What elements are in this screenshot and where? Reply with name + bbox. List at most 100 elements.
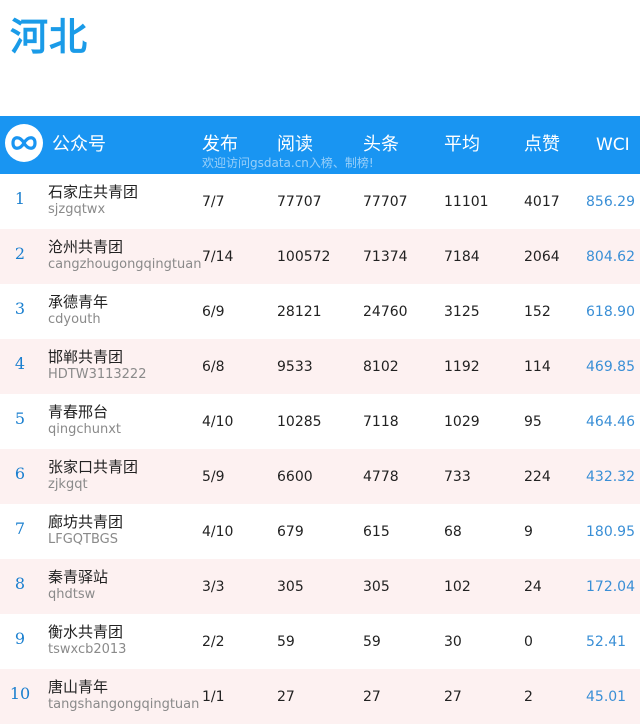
account-name: 石家庄共青团 <box>48 183 139 201</box>
cell-headline: 4778 <box>363 469 399 485</box>
cell-average: 68 <box>444 524 462 540</box>
cell-likes: 2 <box>524 689 533 705</box>
rank-number: 9 <box>14 629 26 648</box>
account-id: cdyouth <box>48 312 101 327</box>
account-id: LFGQTBGS <box>48 532 118 547</box>
account-name: 承德青年 <box>48 293 109 311</box>
cell-wci: 618.90 <box>586 304 635 320</box>
account-id: qhdtsw <box>48 587 96 602</box>
rank-number: 7 <box>14 519 26 538</box>
rank-number: 5 <box>14 409 26 428</box>
cell-likes: 95 <box>524 414 542 430</box>
cell-read: 305 <box>277 579 304 595</box>
cell-likes: 224 <box>524 469 551 485</box>
table-row: 7 廊坊共青团 LFGQTBGS 4/10 679 615 68 9 180.95 <box>0 504 640 559</box>
account-name: 秦青驿站 <box>48 568 109 586</box>
table-row: 9 衡水共青团 tswxcb2013 2/2 59 59 30 0 52.41 <box>0 614 640 669</box>
cell-likes: 0 <box>524 634 533 650</box>
cell-publish: 1/1 <box>202 689 225 705</box>
cell-read: 679 <box>277 524 304 540</box>
cell-average: 30 <box>444 634 462 650</box>
cell-read: 100572 <box>277 249 331 265</box>
cell-wci: 172.04 <box>586 579 635 595</box>
account-id: cangzhougongqingtuan <box>48 257 202 272</box>
cell-read: 10285 <box>277 414 322 430</box>
cell-publish: 2/2 <box>202 634 225 650</box>
header-likes: 点赞 <box>524 134 560 155</box>
table-row: 3 承德青年 cdyouth 6/9 28121 24760 3125 152 618.90 <box>0 284 640 339</box>
cell-likes: 24 <box>524 579 542 595</box>
cell-publish: 4/10 <box>202 524 234 540</box>
cell-publish: 7/14 <box>202 249 234 265</box>
cell-average: 1192 <box>444 359 480 375</box>
cell-publish: 3/3 <box>202 579 225 595</box>
ranking-table-body: 1 石家庄共青团 sjzgqtwx 7/7 77707 77707 11101 4017 856… <box>0 174 640 724</box>
cell-publish: 7/7 <box>202 194 225 210</box>
infinity-logo-icon <box>5 124 43 162</box>
account-name: 廊坊共青团 <box>48 513 124 531</box>
cell-wci: 52.41 <box>586 634 627 650</box>
cell-read: 28121 <box>277 304 322 320</box>
watermark-text: 欢迎访问gsdata.cn入榜、制榜! <box>202 156 374 170</box>
cell-headline: 7118 <box>363 414 399 430</box>
account-name: 青春邢台 <box>48 403 109 421</box>
cell-wci: 464.46 <box>586 414 635 430</box>
cell-headline: 71374 <box>363 249 408 265</box>
account-id: zjkgqt <box>48 477 88 492</box>
cell-read: 9533 <box>277 359 313 375</box>
cell-average: 11101 <box>444 194 489 210</box>
cell-headline: 59 <box>363 634 381 650</box>
account-id: qingchunxt <box>48 422 122 437</box>
account-name: 唐山青年 <box>48 678 109 696</box>
account-name: 衡水共青团 <box>48 623 124 641</box>
cell-likes: 9 <box>524 524 533 540</box>
table-row: 8 秦青驿站 qhdtsw 3/3 305 305 102 24 172.04 <box>0 559 640 614</box>
cell-likes: 4017 <box>524 194 560 210</box>
account-name: 沧州共青团 <box>48 238 124 256</box>
header-average: 平均 <box>444 134 480 155</box>
cell-headline: 8102 <box>363 359 399 375</box>
table-header: 公众号 发布 阅读 头条 平均 点赞 WCI 欢迎访问gsdata.cn入榜、制… <box>0 116 640 174</box>
cell-wci: 45.01 <box>586 689 627 705</box>
cell-average: 102 <box>444 579 471 595</box>
cell-headline: 305 <box>363 579 390 595</box>
account-id: tangshangongqingtuan <box>48 697 200 712</box>
table-row: 5 青春邢台 qingchunxt 4/10 10285 7118 1029 95 464.46 <box>0 394 640 449</box>
cell-read: 6600 <box>277 469 313 485</box>
cell-wci: 432.32 <box>586 469 635 485</box>
cell-read: 27 <box>277 689 295 705</box>
cell-average: 733 <box>444 469 471 485</box>
account-name: 邯郸共青团 <box>48 348 124 366</box>
cell-wci: 180.95 <box>586 524 635 540</box>
cell-average: 27 <box>444 689 462 705</box>
rank-number: 6 <box>14 464 26 483</box>
cell-average: 3125 <box>444 304 480 320</box>
cell-headline: 24760 <box>363 304 408 320</box>
rank-number: 1 <box>14 189 26 208</box>
rank-number: 2 <box>14 244 26 263</box>
cell-likes: 152 <box>524 304 551 320</box>
cell-read: 59 <box>277 634 295 650</box>
account-id: tswxcb2013 <box>48 642 127 657</box>
table-row: 2 沧州共青团 cangzhougongqingtuan 7/14 100572 7137… <box>0 229 640 284</box>
cell-publish: 6/9 <box>202 304 225 320</box>
header-headline: 头条 <box>363 134 399 155</box>
cell-headline: 615 <box>363 524 390 540</box>
cell-likes: 114 <box>524 359 551 375</box>
cell-average: 1029 <box>444 414 480 430</box>
table-row: 4 邯郸共青团 HDTW3113222 6/8 9533 8102 1192 114 469.8… <box>0 339 640 394</box>
rank-number: 8 <box>14 574 26 593</box>
account-name: 张家口共青团 <box>48 458 139 476</box>
header-read: 阅读 <box>277 134 313 155</box>
cell-likes: 2064 <box>524 249 560 265</box>
cell-headline: 77707 <box>363 194 408 210</box>
account-id: sjzgqtwx <box>48 202 106 217</box>
rank-number: 3 <box>14 299 26 318</box>
table-row: 10 唐山青年 tangshangongqingtuan 1/1 27 27 27 2 45.0… <box>0 669 640 724</box>
cell-publish: 5/9 <box>202 469 225 485</box>
header-wci: WCI <box>596 135 630 155</box>
cell-publish: 4/10 <box>202 414 234 430</box>
table-row: 6 张家口共青团 zjkgqt 5/9 6600 4778 733 224 432.32 <box>0 449 640 504</box>
cell-headline: 27 <box>363 689 381 705</box>
cell-wci: 856.29 <box>586 194 635 210</box>
